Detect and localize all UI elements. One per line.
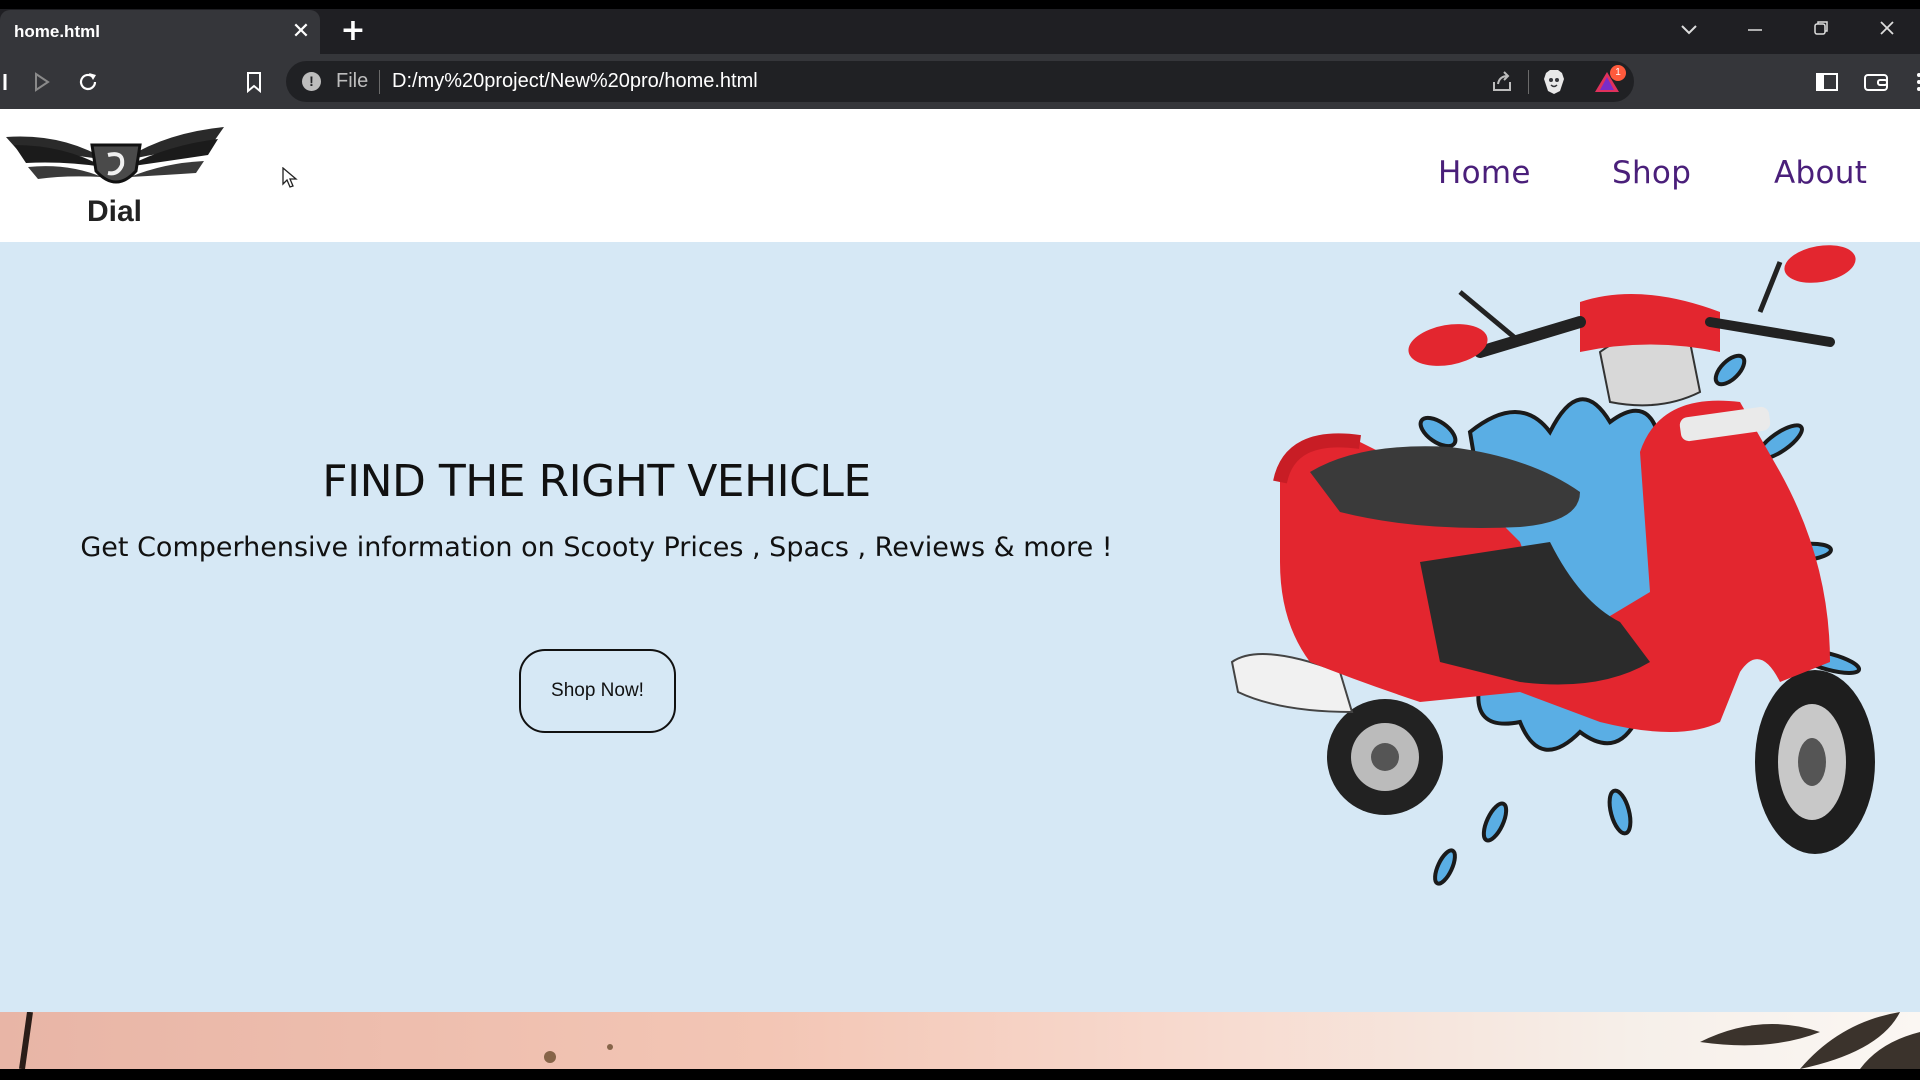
page-viewport: Dial Home Shop About FIND THE RIGHT VEHI…: [0, 109, 1920, 1069]
brave-shield-icon[interactable]: [1542, 69, 1566, 95]
minimize-icon[interactable]: [1722, 14, 1788, 48]
address-bar[interactable]: ! File D:/my%20project/New%20pro/home.ht…: [286, 61, 1634, 102]
hero-title: FIND THE RIGHT VEHICLE: [322, 456, 871, 507]
rewards-badge: 1: [1610, 65, 1626, 81]
window-controls: [1656, 14, 1920, 48]
url-text[interactable]: D:/my%20project/New%20pro/home.html: [392, 70, 758, 93]
scheme-label: File: [336, 70, 369, 92]
hero-section: FIND THE RIGHT VEHICLE Get Comperhensive…: [0, 242, 1920, 1012]
menu-icon[interactable]: [1904, 67, 1920, 97]
back-icon[interactable]: [0, 67, 20, 97]
decorative-leaves-icon: [19, 1011, 1920, 1069]
site-info-icon[interactable]: !: [302, 72, 321, 91]
tab-search-icon[interactable]: [1656, 14, 1722, 48]
close-window-icon[interactable]: [1854, 14, 1920, 48]
site-header: Dial Home Shop About: [0, 109, 1920, 242]
sidebar-toggle-icon[interactable]: [1812, 67, 1842, 97]
mouse-cursor-icon: [282, 167, 298, 188]
share-icon[interactable]: [1490, 70, 1514, 94]
scooter-image: [1230, 245, 1875, 886]
restore-icon[interactable]: [1788, 14, 1854, 48]
tab-home[interactable]: home.html ✕: [0, 10, 320, 54]
dial-logo[interactable]: Dial: [4, 121, 226, 228]
wings-logo-icon: [6, 127, 224, 184]
nav-about[interactable]: About: [1774, 155, 1867, 191]
omnibox-right-divider: [1528, 70, 1529, 94]
brave-rewards-icon[interactable]: 1: [1594, 65, 1626, 93]
reload-icon[interactable]: [73, 67, 103, 97]
new-tab-button[interactable]: +: [338, 16, 368, 46]
omnibox-divider: [379, 70, 380, 94]
hero-subtitle: Get Comperhensive information on Scooty …: [80, 532, 1113, 563]
shop-now-button[interactable]: Shop Now!: [519, 649, 676, 733]
tab-title: home.html: [14, 22, 100, 41]
forward-icon[interactable]: [26, 67, 56, 97]
logo-text: Dial: [87, 195, 143, 228]
next-section-banner: [0, 1011, 1920, 1069]
bookmark-icon[interactable]: [239, 67, 269, 97]
tab-strip: home.html ✕ +: [0, 0, 1920, 54]
browser-window: home.html ✕ + ! File D:/my%20project/New…: [0, 0, 1920, 1080]
nav-shop[interactable]: Shop: [1612, 155, 1691, 191]
wallet-icon[interactable]: [1861, 67, 1891, 97]
nav-home[interactable]: Home: [1438, 155, 1531, 191]
tab-close-icon[interactable]: ✕: [290, 21, 312, 43]
browser-toolbar: ! File D:/my%20project/New%20pro/home.ht…: [0, 54, 1920, 109]
